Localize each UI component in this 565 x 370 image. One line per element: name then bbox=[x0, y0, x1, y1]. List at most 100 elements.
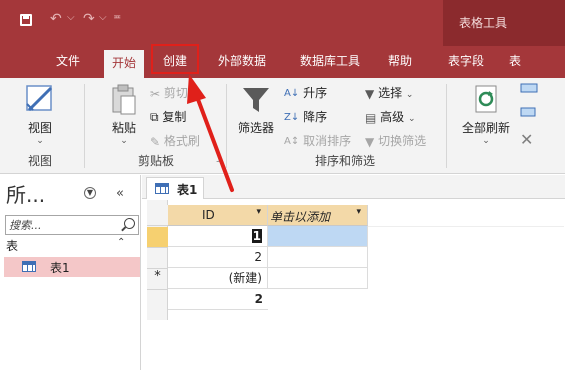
advanced-label: 高级 bbox=[380, 110, 405, 124]
toggle-filter-button[interactable]: ▼ 切换筛选 bbox=[365, 132, 426, 149]
refresh-dropdown-icon[interactable]: ⌄ bbox=[456, 136, 516, 146]
ribbon: 视图 ⌄ 视图 粘贴 ⌄ ✂ 剪切 ⧉ 复制 ✎ 格式刷 剪贴板 ⌟ 筛选器 A… bbox=[0, 78, 565, 174]
table-cell[interactable] bbox=[268, 268, 368, 289]
new-record-label: (新建) bbox=[228, 271, 262, 285]
tab-home[interactable]: 开始 bbox=[104, 50, 144, 78]
group-separator bbox=[446, 84, 447, 168]
record-selector[interactable] bbox=[147, 227, 168, 248]
group-separator bbox=[84, 84, 85, 168]
cut-label: 剪切 bbox=[163, 86, 188, 100]
format-painter-button[interactable]: ✎ 格式刷 bbox=[150, 132, 200, 149]
nav-search-input[interactable] bbox=[9, 217, 117, 233]
nav-pane-title[interactable]: 所... bbox=[6, 179, 45, 208]
new-record-glyph bbox=[520, 83, 538, 93]
document-tab-bar: 表1 bbox=[142, 175, 565, 199]
selection-filter-icon: ▼ bbox=[365, 86, 375, 101]
table-cell[interactable] bbox=[268, 247, 368, 268]
clipboard-dialog-launcher-icon[interactable]: ⌟ bbox=[216, 154, 220, 164]
table-cell[interactable]: 2 bbox=[168, 247, 268, 268]
empty-grid-area bbox=[368, 226, 564, 289]
tab-help[interactable]: 帮助 bbox=[380, 46, 420, 78]
toggle-filter-label: 切换筛选 bbox=[378, 134, 427, 148]
cut-button[interactable]: ✂ 剪切 bbox=[150, 84, 188, 101]
create-tab-highlight bbox=[151, 44, 199, 74]
nav-pane-menu-icon[interactable]: ▼ bbox=[84, 187, 96, 199]
table-icon bbox=[155, 183, 169, 194]
column-header-add[interactable]: 单击以添加 ▾ bbox=[268, 205, 368, 226]
table-cell[interactable]: 1 bbox=[168, 226, 268, 247]
datasheet: ID ▾ 单击以添加 ▾ 1 2 * (新建) 2 bbox=[142, 200, 565, 370]
tab-external-data[interactable]: 外部数据 bbox=[210, 46, 274, 78]
design-view-icon bbox=[26, 85, 53, 112]
view-dropdown-icon[interactable]: ⌄ bbox=[18, 136, 62, 146]
descending-label: 降序 bbox=[303, 110, 328, 124]
view-button[interactable]: 视图 ⌄ bbox=[18, 82, 62, 146]
document-tab-label: 表1 bbox=[177, 183, 198, 197]
save-record-icon[interactable] bbox=[520, 106, 550, 118]
table-cell[interactable] bbox=[268, 226, 368, 247]
tab-table[interactable]: 表 bbox=[500, 46, 530, 78]
title-bar: ↶ ⌵ ↷ ⌵ ≖ 表格工具 bbox=[0, 0, 565, 46]
column-dropdown-icon[interactable]: ▾ bbox=[356, 207, 361, 217]
nav-item-table[interactable]: 表1 bbox=[4, 257, 140, 277]
cell-value: 2 bbox=[254, 250, 262, 264]
ascending-label: 升序 bbox=[303, 86, 328, 100]
copy-button[interactable]: ⧉ 复制 bbox=[150, 108, 186, 125]
refresh-all-button[interactable]: 全部刷新 ⌄ bbox=[456, 82, 516, 146]
copy-label: 复制 bbox=[162, 110, 187, 124]
sort-ascending-icon: A↓ bbox=[284, 88, 300, 99]
column-header-id[interactable]: ID ▾ bbox=[168, 205, 268, 226]
sort-ascending-button[interactable]: A↓ 升序 bbox=[284, 84, 327, 101]
paintbrush-icon: ✎ bbox=[150, 134, 161, 149]
views-group-label: 视图 bbox=[27, 154, 52, 168]
remove-sort-button[interactable]: A↕ 取消排序 bbox=[284, 132, 351, 149]
table-cell[interactable]: 2 bbox=[168, 289, 268, 310]
paste-button[interactable]: 粘贴 ⌄ bbox=[104, 82, 144, 146]
table-icon bbox=[22, 261, 36, 272]
format-painter-label: 格式刷 bbox=[163, 134, 200, 148]
paste-dropdown-icon[interactable]: ⌄ bbox=[104, 136, 144, 146]
redo-dropdown-icon[interactable]: ⌵ bbox=[99, 12, 107, 23]
record-selector[interactable] bbox=[147, 248, 168, 269]
ribbon-tab-row: 文件 开始 创建 外部数据 数据库工具 帮助 表字段 表 bbox=[0, 46, 565, 78]
undo-icon[interactable]: ↶ bbox=[50, 10, 62, 28]
clipboard-group-label: 剪贴板 bbox=[137, 154, 174, 168]
selection-dropdown-icon: ⌄ bbox=[405, 90, 414, 100]
selection-button[interactable]: ▼ 选择 ⌄ bbox=[365, 84, 413, 101]
tab-file[interactable]: 文件 bbox=[48, 46, 88, 78]
document-tab[interactable]: 表1 bbox=[146, 177, 204, 199]
nav-section-header[interactable]: 表 bbox=[6, 237, 18, 254]
toggle-filter-icon: ▼ bbox=[365, 134, 375, 149]
copy-icon: ⧉ bbox=[150, 110, 159, 124]
tab-table-fields[interactable]: 表字段 bbox=[440, 46, 492, 78]
remove-sort-icon: A↕ bbox=[284, 136, 300, 147]
selection-label: 选择 bbox=[378, 86, 403, 100]
context-tab-group-label: 表格工具 bbox=[458, 16, 507, 30]
delete-record-icon[interactable]: ✕ bbox=[520, 130, 533, 149]
advanced-dropdown-icon: ⌄ bbox=[408, 114, 416, 124]
save-record-glyph bbox=[520, 107, 536, 117]
advanced-button[interactable]: ▤ 高级 ⌄ bbox=[365, 108, 416, 125]
filter-label: 筛选器 bbox=[237, 121, 274, 135]
nav-search-box bbox=[5, 215, 139, 235]
collapse-nav-pane-icon[interactable]: « bbox=[116, 186, 124, 201]
customize-qat-icon[interactable]: ≖ bbox=[113, 12, 121, 23]
navigation-pane: 所... ▼ « 表 ⌃ 表1 bbox=[0, 175, 141, 370]
search-icon[interactable] bbox=[124, 218, 135, 229]
redo-icon[interactable]: ↷ bbox=[83, 10, 95, 28]
remove-sort-label: 取消排序 bbox=[303, 134, 352, 148]
cell-value: 2 bbox=[254, 292, 263, 306]
undo-dropdown-icon[interactable]: ⌵ bbox=[67, 12, 75, 23]
group-separator bbox=[226, 84, 227, 168]
save-icon[interactable] bbox=[20, 14, 32, 26]
refresh-icon bbox=[475, 85, 497, 113]
column-dropdown-icon[interactable]: ▾ bbox=[256, 207, 261, 217]
sort-descending-button[interactable]: Z↓ 降序 bbox=[284, 108, 327, 125]
table-cell[interactable]: (新建) bbox=[168, 268, 268, 289]
select-all-corner[interactable] bbox=[147, 205, 168, 226]
collapse-section-icon[interactable]: ⌃ bbox=[117, 237, 125, 248]
new-record-marker[interactable]: * bbox=[147, 269, 168, 290]
filter-button[interactable]: 筛选器 bbox=[233, 82, 279, 136]
new-record-icon[interactable] bbox=[520, 82, 550, 93]
tab-database-tools[interactable]: 数据库工具 bbox=[290, 46, 370, 78]
